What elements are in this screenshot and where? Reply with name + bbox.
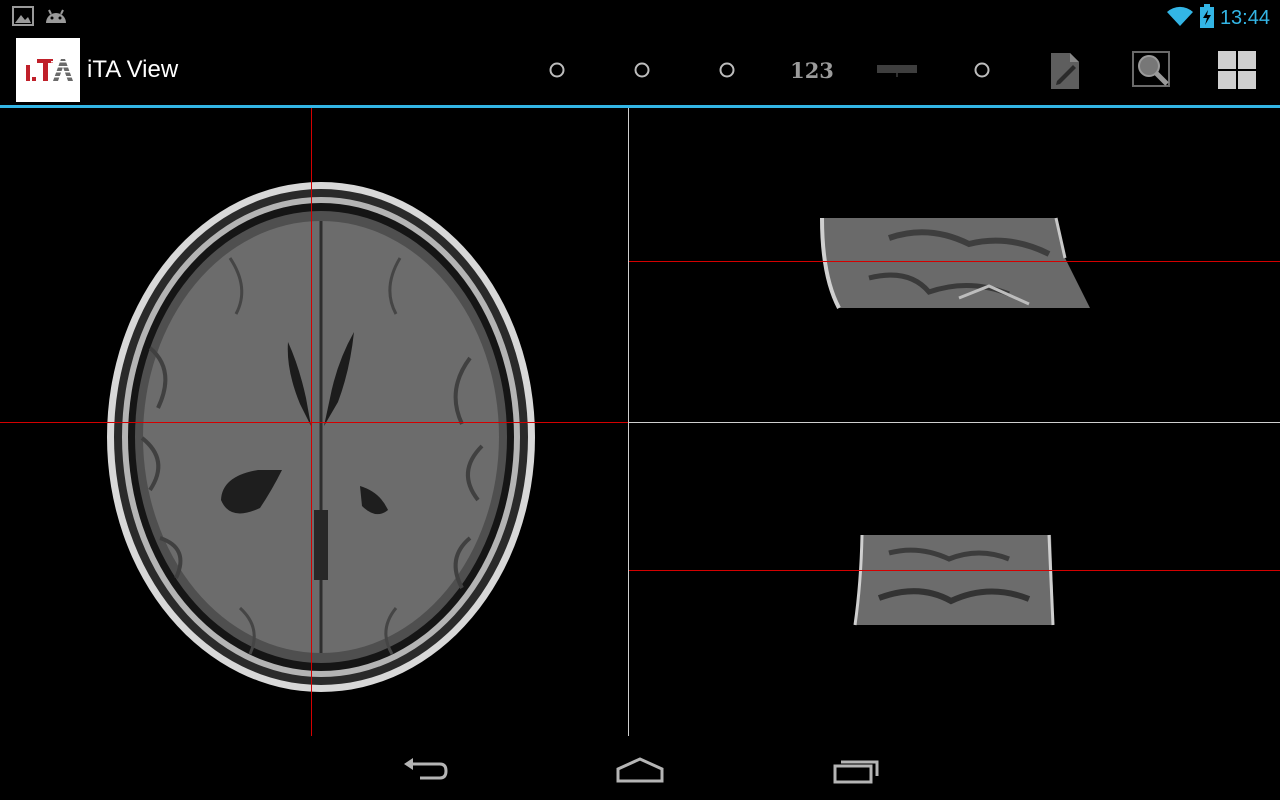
sagittal-crosshair-horizontal[interactable] — [629, 261, 1280, 262]
action-bar: iTA View 123 — [0, 33, 1280, 108]
radio-option-2-icon[interactable] — [615, 43, 669, 97]
image-viewer[interactable] — [0, 108, 1280, 736]
radio-option-4-icon[interactable] — [955, 43, 1009, 97]
coronal-view[interactable] — [629, 423, 1280, 736]
battery-charging-icon — [1199, 4, 1214, 33]
numbers-button[interactable]: 123 — [785, 43, 839, 97]
recent-apps-icon[interactable] — [817, 746, 897, 794]
system-status-area: 13:44 — [1166, 4, 1270, 33]
back-icon[interactable] — [384, 746, 464, 794]
home-icon[interactable] — [600, 746, 680, 794]
sagittal-view[interactable] — [629, 108, 1280, 422]
axial-view[interactable] — [0, 108, 628, 736]
wifi-icon — [1166, 5, 1194, 32]
layout-grid-icon[interactable] — [1210, 43, 1264, 97]
gallery-notification-icon — [12, 6, 34, 31]
navigation-bar — [0, 736, 1280, 800]
clock: 13:44 — [1219, 7, 1270, 29]
coronal-brain-image — [853, 534, 1055, 626]
status-bar: 13:44 — [0, 0, 1280, 33]
app-title: iTA View — [87, 56, 179, 83]
notification-area — [12, 6, 68, 31]
coronal-crosshair-horizontal[interactable] — [629, 570, 1280, 571]
radio-option-1-icon[interactable] — [530, 43, 584, 97]
zoom-magnifier-icon[interactable] — [1124, 43, 1178, 97]
radio-option-3-icon[interactable] — [700, 43, 754, 97]
sagittal-brain-image — [820, 217, 1090, 309]
android-notification-icon — [44, 6, 68, 31]
ruler-icon[interactable] — [870, 43, 924, 97]
edit-note-icon[interactable] — [1038, 43, 1092, 97]
axial-crosshair-horizontal[interactable] — [0, 422, 628, 423]
app-logo[interactable] — [16, 38, 80, 102]
